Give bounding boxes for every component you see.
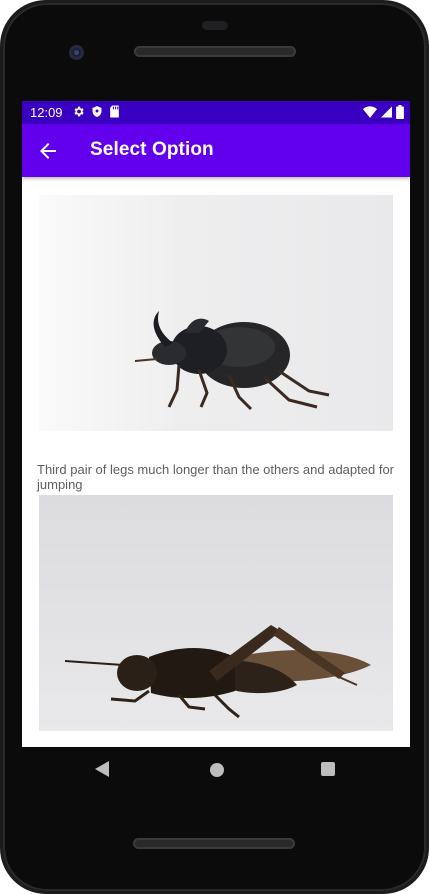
- bottom-speaker: [133, 838, 295, 849]
- home-circle-icon[interactable]: [210, 763, 224, 777]
- status-right-icons: [363, 105, 404, 122]
- navigation-bar: [22, 747, 410, 795]
- back-button[interactable]: [36, 139, 60, 163]
- arrow-left-icon: [40, 143, 56, 159]
- gear-icon: [72, 105, 85, 121]
- status-time: 12:09: [30, 105, 63, 120]
- shield-icon: [91, 105, 103, 121]
- battery-icon: [396, 105, 404, 122]
- rhinoceros-beetle-photo[interactable]: [39, 195, 393, 431]
- page-title: Select Option: [90, 139, 214, 160]
- back-triangle-icon[interactable]: [95, 761, 109, 782]
- option-list: Third pair of legs much longer than the …: [22, 177, 410, 747]
- front-camera: [69, 45, 84, 60]
- grasshopper-photo[interactable]: [39, 495, 393, 731]
- recents-square-icon[interactable]: [321, 762, 335, 776]
- screen: 12:09 Select Option Third pair of legs m…: [22, 101, 410, 747]
- phone-frame: 12:09 Select Option Third pair of legs m…: [0, 0, 429, 894]
- status-bar: 12:09: [22, 101, 410, 124]
- signal-icon: [381, 106, 392, 121]
- app-bar: Select Option: [22, 124, 410, 177]
- sd-card-icon: [109, 105, 120, 121]
- wifi-icon: [363, 106, 377, 121]
- earpiece-speaker: [134, 46, 296, 57]
- top-sensor: [202, 21, 228, 30]
- option-description: Third pair of legs much longer than the …: [37, 462, 394, 492]
